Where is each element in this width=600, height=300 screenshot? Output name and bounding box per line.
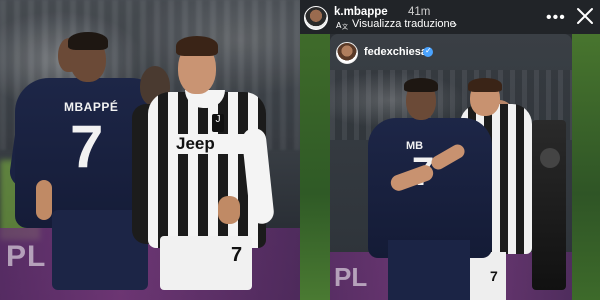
story-juventus-number: 7 [490,268,498,284]
story-juventus-hair [468,78,502,92]
story-viewer: PL 7 MB 7 fedexchiesa ✓ k.mbappe 41m A 文… [300,0,600,300]
story-background-right [572,34,600,300]
sponsor-text: Jeep [176,134,215,153]
close-icon[interactable] [575,6,595,26]
translate-icon[interactable]: A 文 [336,20,348,30]
ad-board-text: PL [6,240,47,273]
story-header: k.mbappe 41m A 文 Visualizza traduzione ›… [300,0,600,34]
story-psg-shorts [388,240,470,300]
see-translation-link[interactable]: Visualizza traduzione [352,18,456,30]
reshared-author-username[interactable]: fedexchiesa [364,46,427,58]
psg-player-hair [68,32,108,50]
juventus-player-hair [176,36,218,56]
juventus-hand [218,196,240,224]
story-author-avatar[interactable] [304,6,328,30]
juventus-crest: J [212,114,224,132]
tv-camera [532,120,566,290]
match-photo: PL MBAPPÉ 7 J Jeep 7 [0,0,300,300]
svg-text:文: 文 [342,23,348,30]
juventus-shorts-number: 7 [231,244,243,266]
verified-check-icon: ✓ [425,46,432,55]
psg-arm [36,180,52,220]
camera-lens [540,148,560,168]
story-author-username[interactable]: k.mbappe [334,6,388,18]
story-timestamp: 41m [408,6,431,18]
reshared-author-avatar[interactable] [336,42,358,64]
chevron-right-icon[interactable]: › [453,17,457,31]
psg-shirt-number: 7 [70,113,104,180]
more-horizontal-icon[interactable]: ••• [546,9,566,27]
story-psg-hair [404,78,438,92]
story-background-left [300,34,330,300]
story-ad-text: PL [334,262,368,292]
